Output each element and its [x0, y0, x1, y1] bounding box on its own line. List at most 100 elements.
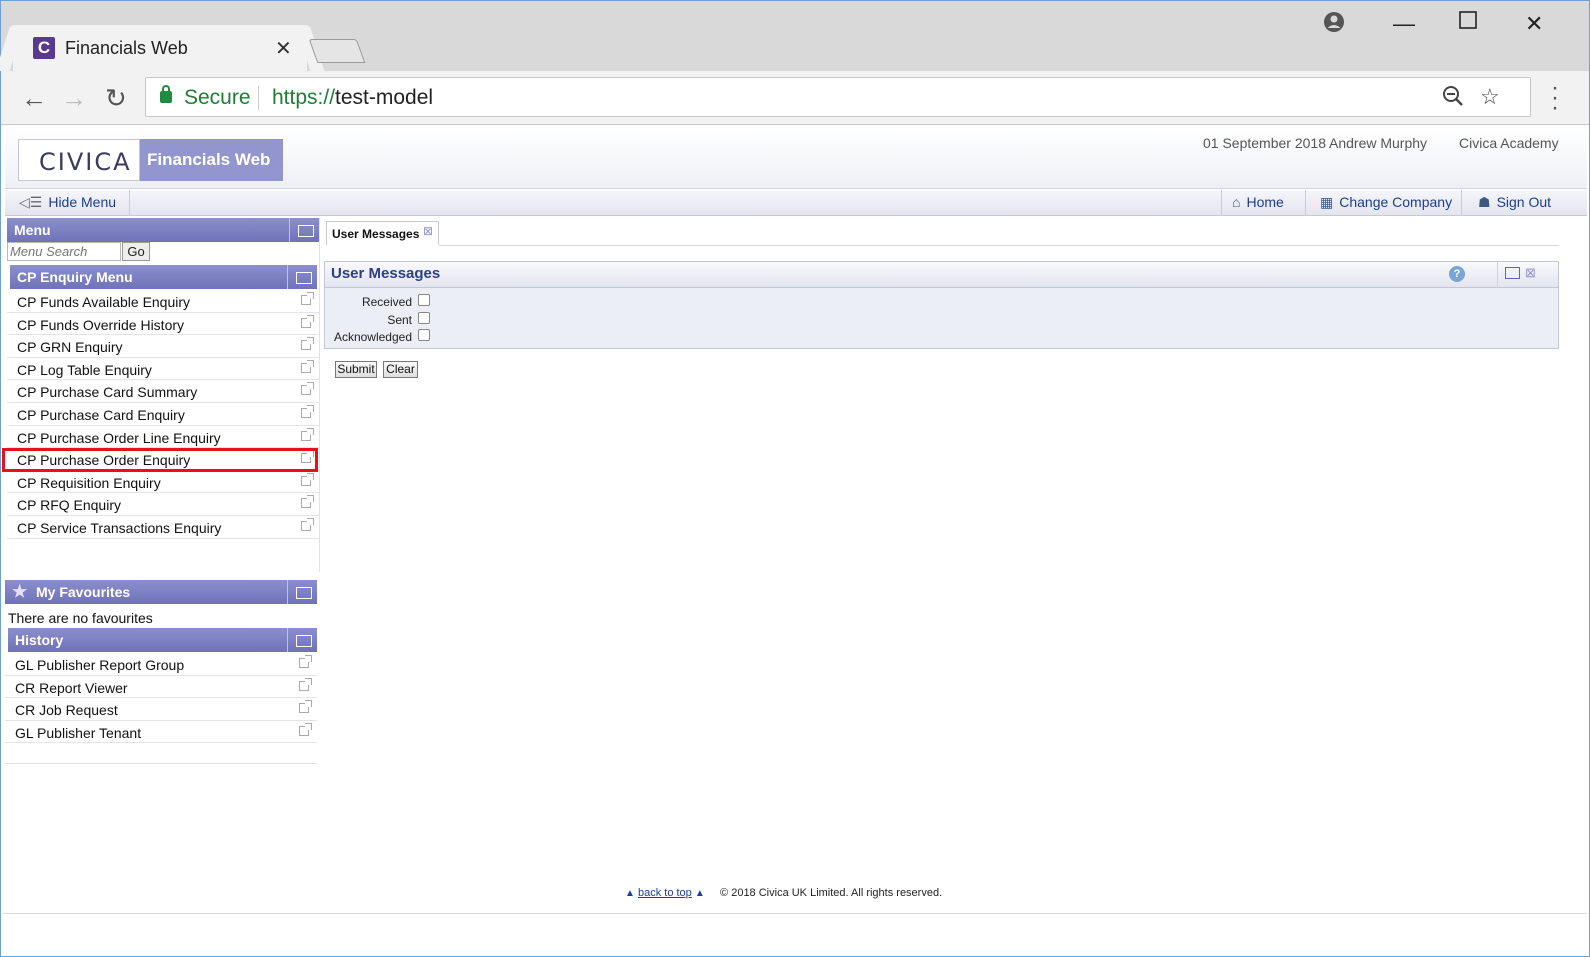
received-checkbox[interactable]	[418, 294, 430, 306]
open-in-new-window-icon[interactable]	[301, 495, 314, 509]
open-in-new-window-icon[interactable]	[301, 472, 314, 486]
help-icon[interactable]: ?	[1449, 266, 1465, 282]
back-arrow-icon[interactable]: ←	[21, 83, 47, 114]
history-item[interactable]: GL Publisher Report Group	[5, 653, 317, 676]
civica-favicon-icon: C	[33, 37, 55, 59]
sent-checkbox[interactable]	[418, 312, 430, 324]
menu-item[interactable]: CP Service Transactions Enquiry	[7, 516, 319, 539]
open-in-new-window-icon[interactable]	[299, 655, 312, 668]
history-item-label: GL Publisher Tenant	[15, 724, 142, 741]
folder-up-icon[interactable]	[287, 265, 317, 289]
copyright-text: © 2018 Civica UK Limited. All rights res…	[720, 887, 943, 899]
divider	[1305, 190, 1306, 216]
menu-item[interactable]: CP Funds Available Enquiry	[7, 290, 319, 313]
menu-item[interactable]: CP Purchase Order Line Enquiry	[7, 426, 319, 449]
divider	[1221, 190, 1222, 216]
reload-icon[interactable]: ↻	[105, 83, 127, 114]
url-host: test-model	[335, 86, 434, 109]
menu-item-label: CP RFQ Enquiry	[17, 497, 121, 514]
zoom-out-icon[interactable]	[1442, 84, 1464, 114]
menu-item[interactable]: CP Log Table Enquiry	[7, 358, 319, 381]
menu-search-input[interactable]	[7, 242, 121, 261]
new-tab-button[interactable]	[308, 39, 366, 63]
change-company-link[interactable]: ▦ Change Company	[1320, 194, 1452, 211]
open-in-new-window-icon[interactable]	[301, 314, 314, 328]
tab-user-messages[interactable]: User Messages ⊠	[326, 221, 439, 245]
cp-enquiry-menu-header[interactable]: CP Enquiry Menu	[10, 265, 317, 289]
sent-label: Sent	[387, 313, 412, 327]
received-label: Received	[361, 295, 412, 309]
home-icon: ⌂	[1232, 194, 1241, 210]
user-messages-panel-header: User Messages ? ⊠	[325, 262, 1558, 288]
menu-item[interactable]: CP Purchase Card Summary	[7, 380, 319, 403]
history-window-icon[interactable]	[287, 628, 317, 652]
tab-title: Financials Web	[65, 38, 188, 58]
maximize-icon[interactable]	[1459, 9, 1477, 35]
sub-toolbar: ◁☰ Hide Menu ⌂ Home ▦ Change Company ☗ Sign …	[5, 190, 1587, 216]
menu-item-label: CP Requisition Enquiry	[17, 474, 161, 491]
open-in-new-window-icon[interactable]	[301, 337, 314, 351]
home-link[interactable]: ⌂ Home	[1232, 194, 1284, 210]
menu-title: Menu	[14, 222, 51, 238]
menu-search-go-button[interactable]: Go	[122, 242, 150, 261]
history-item[interactable]: GL Publisher Tenant	[5, 721, 317, 744]
app-header: CIVICA Financials Web 01 September 2018 …	[5, 127, 1587, 189]
tab-strip: C Financials Web ✕ — ✕	[1, 1, 1589, 71]
bookmark-star-icon[interactable]: ☆	[1480, 84, 1500, 110]
open-in-new-window-icon[interactable]	[301, 427, 314, 441]
up-arrow-icon: ▲	[625, 888, 635, 899]
cp-enquiry-menu-title: CP Enquiry Menu	[17, 269, 133, 285]
menu-item[interactable]: CP Requisition Enquiry	[7, 471, 319, 494]
history-title: History	[15, 632, 64, 648]
favourites-window-icon[interactable]	[287, 580, 317, 604]
menu-item[interactable]: CP RFQ Enquiry	[7, 493, 319, 516]
acknowledged-label: Acknowledged	[333, 330, 412, 344]
close-window-icon[interactable]: ✕	[1525, 11, 1543, 37]
no-favourites-text: There are no favourites	[8, 610, 153, 626]
forward-arrow-icon[interactable]: →	[61, 83, 87, 114]
open-in-new-window-icon[interactable]	[301, 359, 314, 373]
tab-close-icon[interactable]: ✕	[275, 36, 292, 61]
open-in-new-window-icon[interactable]	[299, 677, 312, 691]
open-in-new-window-icon[interactable]	[301, 292, 314, 305]
history-item-label: CR Job Request	[15, 702, 118, 719]
hide-menu-label: Hide Menu	[48, 194, 117, 210]
history-item-label: GL Publisher Report Group	[15, 657, 185, 673]
url-text[interactable]: https://test-model	[272, 86, 433, 110]
minimize-icon[interactable]: —	[1393, 11, 1415, 37]
menu-item[interactable]: CP GRN Enquiry	[7, 335, 319, 358]
browser-window: C Financials Web ✕ — ✕ ← → ↻ Secure http…	[0, 0, 1590, 957]
menu-item[interactable]: CP Purchase Card Enquiry	[7, 403, 319, 426]
window-icon[interactable]	[1505, 267, 1520, 279]
open-in-new-window-icon[interactable]	[301, 517, 314, 531]
header-company: Civica Academy	[1459, 135, 1559, 151]
favourites-title: My Favourites	[36, 584, 131, 600]
history-panel-header: History	[8, 628, 317, 652]
open-in-new-window-icon[interactable]	[299, 722, 312, 736]
close-panel-icon[interactable]: ⊠	[1525, 265, 1536, 281]
user-sign-out-icon: ☗	[1478, 194, 1491, 210]
menu-panel-window-icon[interactable]	[289, 218, 319, 242]
clear-button[interactable]: Clear	[383, 361, 418, 378]
open-in-new-window-icon[interactable]	[301, 382, 314, 396]
acknowledged-checkbox[interactable]	[418, 329, 430, 341]
submit-button[interactable]: Submit	[335, 361, 377, 378]
up-arrow-icon: ▲	[694, 888, 705, 899]
open-in-new-window-icon[interactable]	[299, 700, 312, 714]
tab-close-icon[interactable]: ⊠	[423, 224, 433, 238]
open-in-new-window-icon[interactable]	[301, 404, 314, 418]
menu-item-label: CP Purchase Order Line Enquiry	[17, 429, 221, 446]
field-acknowledged: Acknowledged	[325, 328, 525, 346]
profile-icon[interactable]	[1323, 11, 1345, 39]
back-to-top-link[interactable]: back to top	[638, 887, 692, 899]
browser-menu-icon[interactable]: · · ·	[1551, 76, 1559, 120]
logo-text: CIVICA	[39, 148, 132, 176]
menu-item[interactable]: CP Funds Override History	[7, 313, 319, 336]
history-item[interactable]: CR Job Request	[5, 698, 317, 721]
history-item[interactable]: CR Report Viewer	[5, 676, 317, 699]
hide-menu-button[interactable]: ◁☰ Hide Menu	[19, 194, 116, 211]
browser-toolbar: ← → ↻ Secure https://test-model ☆ · · ·	[1, 71, 1589, 125]
address-bar[interactable]: Secure https://test-model ☆	[145, 77, 1531, 117]
sign-out-link[interactable]: ☗ Sign Out	[1478, 194, 1551, 211]
browser-tab[interactable]: C Financials Web ✕	[13, 25, 307, 71]
